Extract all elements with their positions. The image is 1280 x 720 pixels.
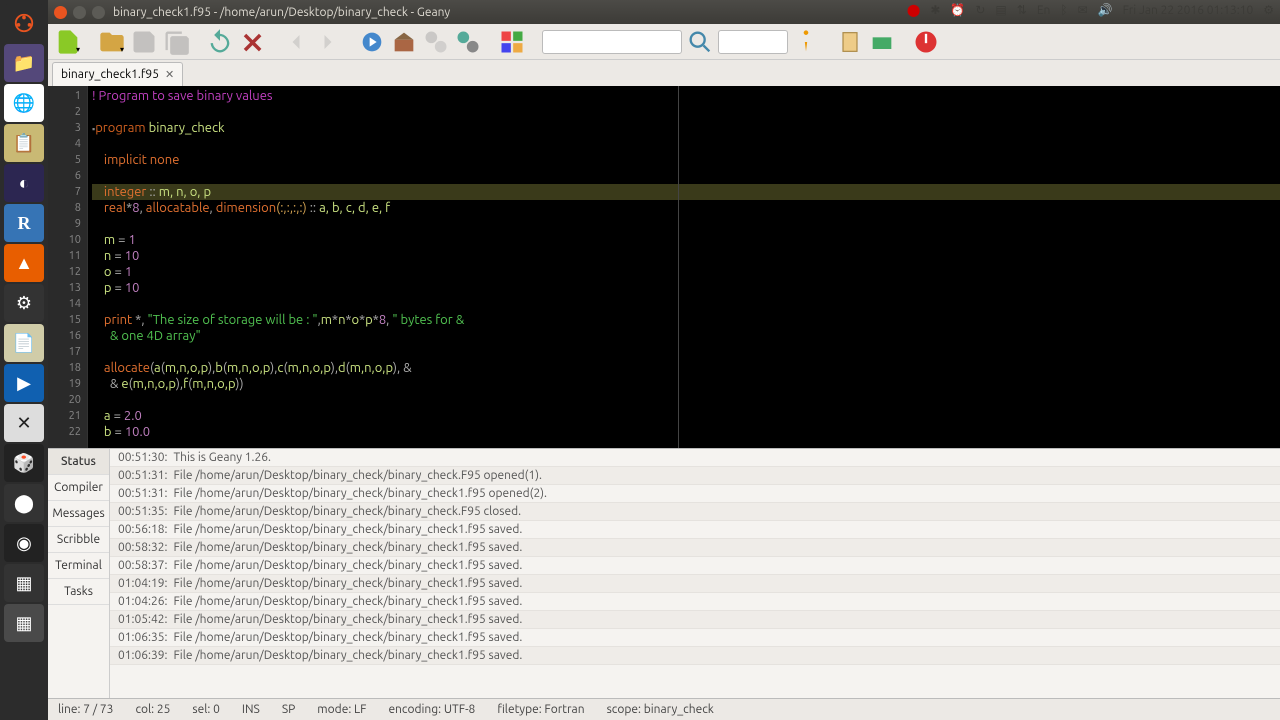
panel-tab-terminal[interactable]: Terminal [48, 553, 109, 579]
file-tabbar: binary_check1.f95 ✕ [48, 60, 1280, 86]
launcher-app7[interactable]: ▦ [4, 564, 44, 602]
tray-alarm-icon[interactable]: ⏰ [950, 3, 965, 17]
tray-bluetooth-icon[interactable]: ᛒ [1060, 4, 1067, 17]
message-row[interactable]: 01:06:39:File /home/arun/Desktop/binary_… [110, 647, 1280, 665]
run-button[interactable] [454, 28, 482, 56]
status-encoding: encoding: UTF-8 [388, 703, 475, 716]
launcher-app6[interactable]: ◉ [4, 524, 44, 562]
message-row[interactable]: 00:56:18:File /home/arun/Desktop/binary_… [110, 521, 1280, 539]
tray-sync-icon[interactable]: ↻ [975, 3, 985, 17]
prefs-button[interactable] [836, 28, 864, 56]
save-all-button[interactable] [162, 28, 190, 56]
tray-record-icon[interactable]: ⬤ [907, 3, 920, 17]
window-titlebar: binary_check1.f95 - /home/arun/Desktop/b… [48, 0, 1280, 24]
window-close[interactable] [54, 6, 67, 19]
nav-back-button[interactable] [282, 28, 310, 56]
panel-tabs: StatusCompilerMessagesScribbleTerminalTa… [48, 449, 110, 698]
window-minimize[interactable] [73, 6, 86, 19]
ruler [678, 86, 679, 448]
message-row[interactable]: 01:04:26:File /home/arun/Desktop/binary_… [110, 593, 1280, 611]
message-row[interactable]: 01:05:42:File /home/arun/Desktop/binary_… [110, 611, 1280, 629]
tray-puzzle-icon[interactable]: ✱ [930, 3, 940, 17]
reload-button[interactable] [206, 28, 234, 56]
build-button[interactable] [390, 28, 418, 56]
message-row[interactable]: 01:06:35:File /home/arun/Desktop/binary_… [110, 629, 1280, 647]
tray-clock[interactable]: Fri Jan 22 2016 01:13:10 [1123, 4, 1254, 17]
launcher-app2[interactable]: ⚙ [4, 284, 44, 322]
message-row[interactable]: 00:58:37:File /home/arun/Desktop/binary_… [110, 557, 1280, 575]
new-file-button[interactable]: ▾ [54, 28, 82, 56]
search-input[interactable] [542, 30, 682, 54]
panel-tab-compiler[interactable]: Compiler [48, 475, 109, 501]
window-maximize[interactable] [92, 6, 105, 19]
launcher-files[interactable]: 📁 [4, 44, 44, 82]
tray-power-icon[interactable]: ⚙ [1263, 3, 1274, 17]
main-toolbar: ▾ ▾ [48, 24, 1280, 60]
status-line: line: 7 / 73 [58, 703, 113, 716]
save-button[interactable] [130, 28, 158, 56]
code-editor[interactable]: 12345678910111213141516171819202122 ! Pr… [48, 86, 1280, 448]
panel-tab-scribble[interactable]: Scribble [48, 527, 109, 553]
execute-button[interactable] [422, 28, 450, 56]
tray-lang-icon[interactable]: En [1037, 4, 1051, 17]
status-sp: SP [282, 703, 295, 716]
message-row[interactable]: 01:04:19:File /home/arun/Desktop/binary_… [110, 575, 1280, 593]
status-col: col: 25 [135, 703, 170, 716]
messages-list[interactable]: 00:51:30:This is Geany 1.26.00:51:31:Fil… [110, 449, 1280, 698]
code-content[interactable]: ! Program to save binary values ▪program… [88, 86, 1280, 448]
file-tab-label: binary_check1.f95 [61, 68, 159, 81]
compile-button[interactable] [358, 28, 386, 56]
panel-tab-messages[interactable]: Messages [48, 501, 109, 527]
message-row[interactable]: 00:58:32:File /home/arun/Desktop/binary_… [110, 539, 1280, 557]
launcher-vlc[interactable]: ▲ [4, 244, 44, 282]
quit-button[interactable] [912, 28, 940, 56]
goto-button[interactable] [792, 28, 820, 56]
launcher-media[interactable]: ▶ [4, 364, 44, 402]
line-gutter: 12345678910111213141516171819202122 [48, 86, 88, 448]
unity-launcher: 📁 🌐 📋 ◐ R ▲ ⚙ 📄 ▶ ✕ 🎲 ⬤ ◉ ▦ ▦ [0, 0, 48, 720]
launcher-app4[interactable]: 🎲 [4, 444, 44, 482]
launcher-app5[interactable]: ⬤ [4, 484, 44, 522]
launcher-rstudio[interactable]: R [4, 204, 44, 242]
launcher-app8[interactable]: ▦ [4, 604, 44, 642]
tray-doc-icon[interactable]: ▤ [995, 3, 1006, 17]
tray-volume-icon[interactable]: 🔊 [1098, 3, 1113, 17]
open-file-button[interactable]: ▾ [98, 28, 126, 56]
bottom-panel: StatusCompilerMessagesScribbleTerminalTa… [48, 448, 1280, 698]
system-tray: ⬤ ✱ ⏰ ↻ ▤ ⇅ En ᛒ ✉ 🔊 Fri Jan 22 2016 01:… [907, 3, 1274, 17]
statusbar: line: 7 / 73 col: 25 sel: 0 INS SP mode:… [48, 698, 1280, 720]
launcher-chrome[interactable]: 🌐 [4, 84, 44, 122]
tray-mail-icon[interactable]: ✉ [1078, 3, 1088, 17]
status-ins: INS [242, 703, 260, 716]
close-button[interactable] [238, 28, 266, 56]
tab-close-icon[interactable]: ✕ [165, 68, 174, 81]
launcher-app1[interactable]: 📋 [4, 124, 44, 162]
launcher-eclipse[interactable]: ◐ [4, 164, 44, 202]
message-row[interactable]: 00:51:30:This is Geany 1.26. [110, 449, 1280, 467]
window-title: binary_check1.f95 - /home/arun/Desktop/b… [113, 6, 450, 19]
plugin-button[interactable] [868, 28, 896, 56]
search-button[interactable] [686, 28, 714, 56]
status-scope: scope: binary_check [607, 703, 714, 716]
nav-forward-button[interactable] [314, 28, 342, 56]
status-mode: mode: LF [317, 703, 366, 716]
goto-input[interactable] [718, 30, 788, 54]
file-tab[interactable]: binary_check1.f95 ✕ [52, 62, 183, 86]
status-filetype: filetype: Fortran [497, 703, 584, 716]
panel-tab-status[interactable]: Status [48, 449, 109, 475]
launcher-app3[interactable]: ✕ [4, 404, 44, 442]
launcher-geany[interactable]: 📄 [4, 324, 44, 362]
message-row[interactable]: 00:51:35:File /home/arun/Desktop/binary_… [110, 503, 1280, 521]
launcher-dash[interactable] [4, 4, 44, 42]
panel-tab-tasks[interactable]: Tasks [48, 579, 109, 605]
color-button[interactable] [498, 28, 526, 56]
message-row[interactable]: 00:51:31:File /home/arun/Desktop/binary_… [110, 467, 1280, 485]
status-sel: sel: 0 [192, 703, 219, 716]
tray-network-icon[interactable]: ⇅ [1017, 3, 1027, 17]
message-row[interactable]: 00:51:31:File /home/arun/Desktop/binary_… [110, 485, 1280, 503]
